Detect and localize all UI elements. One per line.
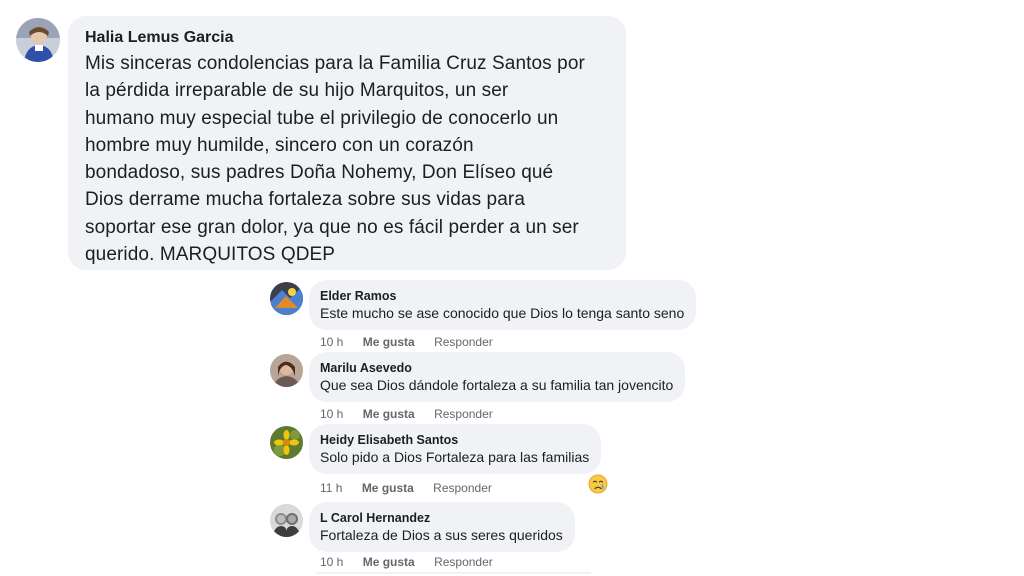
reply-actions: 10 h Me gusta Responder (320, 334, 493, 350)
reply-actions: 10 h Me gusta Responder (320, 406, 493, 422)
reply-bubble: Elder Ramos Este mucho se ase conocido q… (309, 280, 697, 330)
reply-button[interactable]: Responder (434, 406, 493, 422)
comment-thread: Halia Lemus Garcia Mis sinceras condolen… (0, 0, 1024, 576)
timestamp[interactable]: 11 h (320, 480, 342, 496)
avatar[interactable] (270, 354, 303, 387)
reply-bubble: L Carol Hernandez Fortaleza de Dios a su… (309, 502, 575, 552)
reply-author[interactable]: Heidy Elisabeth Santos (320, 432, 589, 448)
divider (316, 572, 591, 574)
reply-text: Este mucho se ase conocido que Dios lo t… (320, 305, 685, 321)
comment-bubble: Halia Lemus Garcia Mis sinceras condolen… (68, 16, 626, 270)
reply-bubble: Marilu Asevedo Que sea Dios dándole fort… (309, 352, 686, 402)
avatar[interactable] (270, 282, 303, 315)
reply-text: Solo pido a Dios Fortaleza para las fami… (320, 449, 590, 465)
reply-author[interactable]: Elder Ramos (320, 288, 684, 304)
like-button[interactable]: Me gusta (363, 554, 415, 570)
avatar[interactable] (270, 504, 303, 537)
reply-actions: 10 h Me gusta Responder (320, 554, 493, 570)
avatar[interactable] (270, 426, 303, 459)
reply-text: Fortaleza de Dios a sus seres queridos (320, 527, 563, 543)
reply-button[interactable]: Responder (433, 480, 492, 496)
timestamp[interactable]: 10 h (320, 406, 343, 422)
reply-button[interactable]: Responder (434, 554, 493, 570)
avatar[interactable] (16, 18, 60, 62)
reply-text: Que sea Dios dándole fortaleza a su fami… (320, 377, 674, 393)
like-button[interactable]: Me gusta (363, 334, 415, 350)
comment-text: Mis sinceras condolencias para la Famili… (85, 53, 585, 266)
comment-author[interactable]: Halia Lemus Garcia (85, 28, 608, 48)
timestamp[interactable]: 10 h (320, 554, 343, 570)
timestamp[interactable]: 10 h (320, 334, 343, 350)
reply-author[interactable]: L Carol Hernandez (320, 510, 563, 526)
reply-bubble: Heidy Elisabeth Santos Solo pido a Dios … (309, 424, 602, 474)
reply-actions: 11 h Me gusta Responder (320, 480, 492, 496)
crying-face-icon[interactable] (588, 474, 608, 494)
like-button[interactable]: Me gusta (363, 406, 415, 422)
like-button[interactable]: Me gusta (362, 480, 414, 496)
reply-author[interactable]: Marilu Asevedo (320, 360, 673, 376)
reply-button[interactable]: Responder (434, 334, 493, 350)
